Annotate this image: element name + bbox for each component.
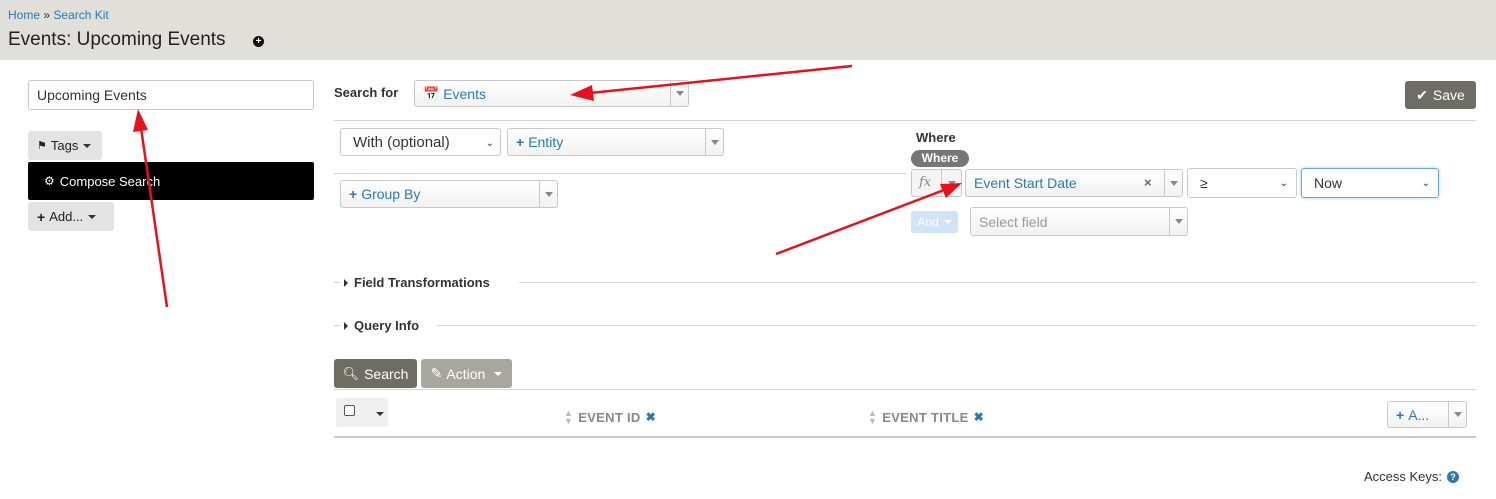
- divider: [334, 325, 340, 326]
- help-icon[interactable]: ?: [1447, 470, 1460, 483]
- dropdown-arrow-icon: [705, 129, 723, 155]
- group-by-placeholder: Group By: [361, 186, 421, 202]
- join-type-select[interactable]: With (optional) ⌄: [340, 128, 501, 156]
- dropdown-arrow-icon: [1169, 208, 1187, 235]
- dropdown-arrow-icon: [539, 181, 557, 207]
- table-header-border: [334, 436, 1476, 438]
- chevron-down-icon: ⌄: [1279, 178, 1288, 189]
- field-transformations-toggle[interactable]: Field Transformations: [344, 275, 490, 290]
- search-icon: 🔍︎: [342, 365, 360, 381]
- breadcrumb: Home » Search Kit: [8, 8, 109, 22]
- plus-icon: +: [349, 186, 358, 202]
- plus-icon: +: [37, 208, 46, 225]
- operator-value: ≥: [1200, 175, 1208, 191]
- function-icon: fx: [919, 175, 932, 190]
- page-title: Events: Upcoming Events: [8, 29, 226, 50]
- action-label: Action: [446, 365, 486, 382]
- search-label-input[interactable]: [28, 80, 314, 110]
- join-entity-select[interactable]: + Entity: [507, 128, 724, 156]
- search-label: Search: [364, 365, 409, 382]
- divider: [334, 389, 1476, 390]
- tag-icon: ⚑: [37, 140, 47, 152]
- and-label: And: [917, 215, 939, 229]
- breadcrumb-home-link[interactable]: Home: [8, 8, 40, 22]
- caret-down-icon: [943, 220, 952, 224]
- divider: [519, 282, 1476, 283]
- divider: [437, 325, 1476, 326]
- and-button[interactable]: And: [911, 211, 958, 233]
- field-transformations-label: Field Transformations: [354, 275, 490, 290]
- entity-select[interactable]: 📅 Events: [414, 80, 689, 107]
- where-heading: Where: [916, 130, 956, 145]
- column-header-event-title[interactable]: ▲ ▼ EVENT TITLE ✖: [868, 408, 984, 426]
- divider: [334, 173, 906, 174]
- add-column-label: A...: [1408, 406, 1430, 423]
- chevron-down-icon: ⌄: [485, 138, 494, 149]
- divider: [334, 282, 340, 283]
- where-badge: Where: [911, 150, 969, 167]
- add-display-button[interactable]: + Add...: [28, 202, 114, 231]
- pencil-icon: ✎: [430, 365, 443, 381]
- breadcrumb-search-kit-link[interactable]: Search Kit: [53, 8, 108, 22]
- plus-circle-icon[interactable]: +: [253, 36, 264, 47]
- query-info-label: Query Info: [354, 318, 420, 333]
- query-info-toggle[interactable]: Query Info: [344, 318, 419, 333]
- value-select[interactable]: Now ⌄: [1301, 168, 1439, 198]
- search-for-label: Search for: [334, 85, 399, 100]
- add-condition-field-select[interactable]: Select field: [970, 207, 1188, 236]
- cogs-icon: ⚙: [44, 174, 55, 188]
- dropdown-arrow-icon: [670, 81, 688, 106]
- chevron-down-icon: ⌄: [1421, 178, 1430, 189]
- compose-search-tab[interactable]: ⚙ Compose Search: [28, 162, 314, 200]
- select-all-checkbox[interactable]: [344, 405, 355, 416]
- clear-icon[interactable]: ×: [1144, 175, 1152, 190]
- action-button[interactable]: ✎ Action: [421, 359, 512, 388]
- search-button[interactable]: 🔍︎ Search: [334, 359, 417, 388]
- tags-label: Tags: [50, 138, 79, 153]
- annotation-arrows: [133, 64, 962, 308]
- dropdown-arrow-icon: [1164, 170, 1182, 196]
- breadcrumb-separator: »: [43, 8, 51, 22]
- column-header-label: EVENT TITLE: [882, 409, 969, 425]
- caret-down-icon[interactable]: [376, 412, 384, 416]
- check-icon: ✔: [1416, 86, 1428, 103]
- compose-search-label: Compose Search: [59, 173, 161, 189]
- dropdown-arrow-icon: [1448, 402, 1466, 427]
- value-select-value: Now: [1314, 175, 1343, 191]
- join-type-value: With (optional): [353, 133, 450, 151]
- caret-down-icon: [494, 371, 503, 376]
- access-keys: Access Keys: ?: [1364, 469, 1460, 484]
- caret-down-icon: [88, 214, 97, 219]
- select-field-placeholder: Select field: [979, 213, 1048, 230]
- annotation-arrow: [133, 109, 169, 308]
- where-field-value: Event Start Date: [974, 175, 1077, 191]
- plus-icon: +: [1396, 406, 1405, 423]
- column-header-event-id[interactable]: ▲ ▼ EVENT ID ✖: [564, 408, 656, 426]
- plus-icon: +: [516, 134, 525, 150]
- save-button[interactable]: ✔ Save: [1405, 81, 1476, 109]
- access-keys-label: Access Keys:: [1364, 469, 1443, 484]
- calendar-icon: 📅: [423, 85, 440, 101]
- column-header-label: EVENT ID: [578, 409, 641, 425]
- remove-column-icon[interactable]: ✖: [646, 410, 656, 424]
- save-label: Save: [1432, 87, 1465, 103]
- group-by-select[interactable]: + Group By: [340, 180, 558, 208]
- divider: [334, 120, 1476, 121]
- join-entity-placeholder: Entity: [528, 134, 564, 150]
- remove-column-icon[interactable]: ✖: [974, 410, 984, 424]
- sort-icon: ▲ ▼: [564, 408, 574, 426]
- sort-icon: ▲ ▼: [868, 408, 878, 426]
- caret-right-icon: [344, 321, 348, 330]
- tags-button[interactable]: ⚑ Tags: [28, 131, 102, 160]
- caret-right-icon: [344, 278, 348, 287]
- add-label: Add...: [49, 209, 84, 224]
- entity-select-value: Events: [443, 85, 486, 102]
- dropdown-arrow-icon[interactable]: [941, 170, 961, 196]
- caret-down-icon: [83, 143, 92, 148]
- operator-select[interactable]: ≥ ⌄: [1187, 168, 1297, 198]
- add-column-select[interactable]: + A...: [1387, 401, 1467, 428]
